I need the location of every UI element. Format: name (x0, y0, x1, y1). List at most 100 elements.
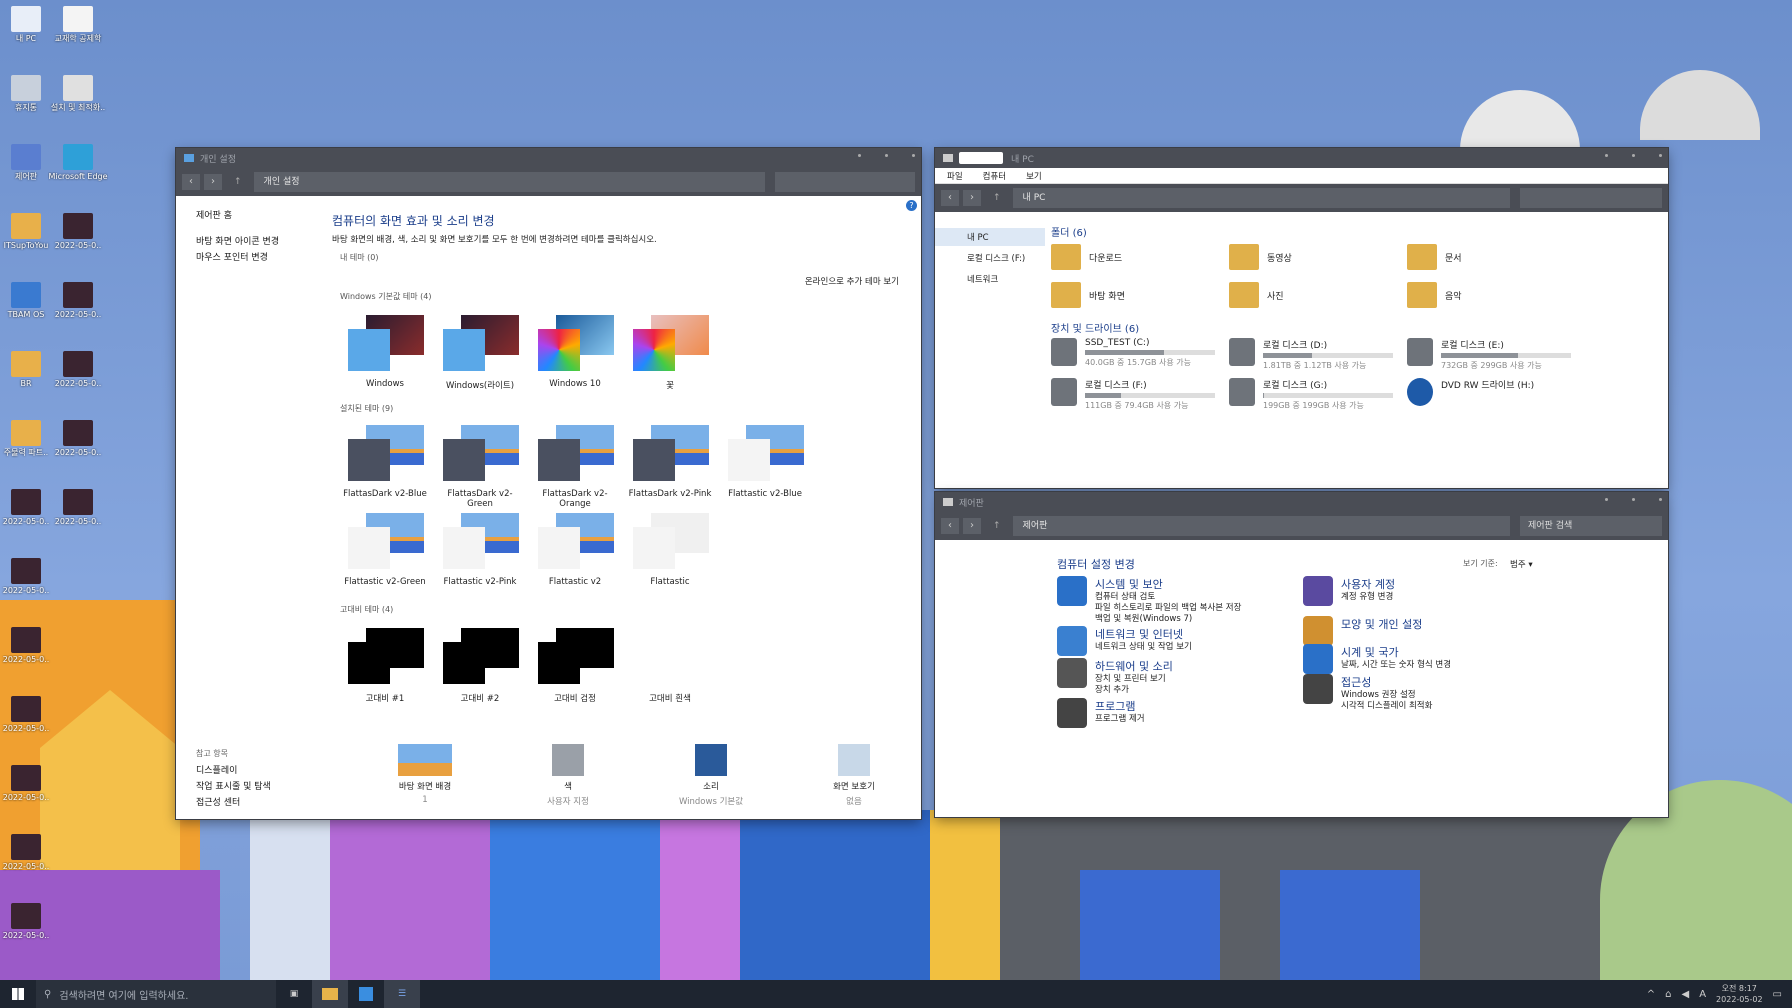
volume-icon[interactable]: ◀ (1682, 989, 1690, 1000)
cp-category-title[interactable]: 모양 및 개인 설정 (1341, 616, 1422, 632)
theme-installed[interactable]: Flattastic v2 (530, 511, 620, 587)
online-themes-link[interactable]: 온라인으로 추가 테마 보기 (805, 275, 899, 287)
cp-category-title[interactable]: 시스템 및 보안 (1095, 576, 1241, 592)
cp-category-link[interactable]: 시각적 디스플레이 최적화 (1341, 701, 1432, 712)
desktop-icon[interactable]: 2022-05-0.. (48, 351, 108, 389)
up-icon[interactable]: ↑ (993, 521, 1001, 531)
bottom-setting-3[interactable]: 화면 보호기 없음 (799, 744, 909, 807)
taskbar-link[interactable]: 작업 표시줄 및 탐색 (196, 779, 271, 792)
desktop-icon[interactable]: 교재학 공제학 (48, 6, 108, 44)
maximize-button[interactable] (1632, 154, 1635, 157)
taskbar-search-input[interactable]: 검색하려면 여기에 입력하세요. (59, 987, 188, 1002)
back-button[interactable]: ‹ (182, 174, 200, 190)
theme-installed[interactable]: FlattasDark v2-Green (435, 423, 525, 509)
desktop-icon[interactable]: 2022-05-0.. (48, 282, 108, 320)
folder-item[interactable]: 음악 (1407, 282, 1462, 308)
view-by-select[interactable]: 범주 ▾ (1510, 558, 1533, 570)
cp-category-link[interactable]: 컴퓨터 상태 검토 (1095, 592, 1241, 603)
bottom-setting-2[interactable]: 소리 Windows 기본값 (656, 744, 766, 807)
forward-button[interactable]: › (963, 518, 981, 534)
desktop-icon[interactable]: 2022-05-0.. (0, 558, 56, 596)
up-icon[interactable]: ↑ (993, 193, 1001, 203)
bottom-setting-1[interactable]: 색 사용자 지정 (513, 744, 623, 807)
cp-category-link[interactable]: 프로그램 제거 (1095, 714, 1145, 725)
theme-installed[interactable]: FlattasDark v2-Orange (530, 423, 620, 509)
cp-category[interactable]: 네트워크 및 인터넷 네트워크 상태 및 작업 보기 (1057, 626, 1192, 656)
minimize-button[interactable] (1605, 498, 1608, 501)
cp-titlebar[interactable]: 제어판 (935, 492, 1668, 512)
forward-button[interactable]: › (204, 174, 222, 190)
cp-category-link[interactable]: 파일 히스토리로 파일의 백업 복사본 저장 (1095, 603, 1241, 614)
maximize-button[interactable] (1632, 498, 1635, 501)
theme-contrast[interactable]: 고대비 #1 (340, 626, 430, 704)
cp-category-link[interactable]: 네트워크 상태 및 작업 보기 (1095, 642, 1192, 653)
nav-item-drive-f[interactable]: 로컬 디스크 (F:) (935, 246, 1045, 267)
help-icon[interactable]: ? (906, 200, 917, 211)
drive-item[interactable]: 로컬 디스크 (E:) 732GB 중 299GB 사용 가능 (1407, 338, 1571, 371)
minimize-button[interactable] (1605, 154, 1608, 157)
desktop-icon[interactable]: 2022-05-0.. (48, 489, 108, 527)
theme-contrast[interactable]: 고대비 #2 (435, 626, 525, 704)
cp-category-title[interactable]: 네트워크 및 인터넷 (1095, 626, 1192, 642)
desktop-icon[interactable]: 2022-05-0.. (0, 627, 56, 665)
cp-home-link[interactable]: 제어판 홈 (196, 208, 232, 221)
desktop-icon[interactable]: 2022-05-0.. (48, 420, 108, 458)
up-icon[interactable]: ↑ (234, 177, 242, 187)
desktop-icon[interactable]: 설치 및 최적화.. (48, 75, 108, 113)
cp-category-link[interactable]: 백업 및 복원(Windows 7) (1095, 614, 1241, 625)
back-button[interactable]: ‹ (941, 518, 959, 534)
drive-item[interactable]: 로컬 디스크 (G:) 199GB 중 199GB 사용 가능 (1229, 378, 1393, 411)
quick-access-toolbar[interactable] (959, 152, 1003, 164)
cp-category-title[interactable]: 시계 및 국가 (1341, 644, 1451, 660)
search-field[interactable] (775, 172, 915, 192)
nav-item-network[interactable]: 네트워크 (935, 267, 1045, 288)
file-explorer-icon[interactable] (312, 980, 348, 1008)
nav-item-mypc[interactable]: 내 PC (935, 228, 1045, 246)
forward-button[interactable]: › (963, 190, 981, 206)
cp-category[interactable]: 모양 및 개인 설정 (1303, 616, 1422, 646)
drive-item[interactable]: SSD_TEST (C:) 40.0GB 중 15.7GB 사용 가능 (1051, 338, 1215, 368)
cp-category-link[interactable]: 장치 및 프린터 보기 (1095, 674, 1173, 685)
cp-category-title[interactable]: 접근성 (1341, 674, 1432, 690)
desktop-icon[interactable]: 2022-05-0.. (0, 834, 56, 872)
drive-item[interactable]: 로컬 디스크 (F:) 111GB 중 79.4GB 사용 가능 (1051, 378, 1215, 411)
desktop-icon-link[interactable]: 바탕 화면 아이콘 변경 (196, 234, 279, 247)
folder-item[interactable]: 문서 (1407, 244, 1462, 270)
ime-indicator[interactable]: A (1699, 989, 1706, 1000)
theme-installed[interactable]: Flattastic v2-Pink (435, 511, 525, 587)
personalize-titlebar[interactable]: 개인 설정 (176, 148, 921, 168)
theme-default[interactable]: Windows 10 (530, 313, 620, 389)
search-field[interactable] (1520, 188, 1662, 208)
cp-category[interactable]: 프로그램 프로그램 제거 (1057, 698, 1145, 728)
theme-contrast[interactable]: 고대비 흰색 (625, 626, 715, 704)
cp-category[interactable]: 접근성 Windows 권장 설정 시각적 디스플레이 최적화 (1303, 674, 1432, 712)
minimize-button[interactable] (858, 154, 861, 157)
folder-item[interactable]: 다운로드 (1051, 244, 1122, 270)
back-button[interactable]: ‹ (941, 190, 959, 206)
theme-installed[interactable]: FlattasDark v2-Blue (340, 423, 430, 499)
search-field[interactable]: 제어판 검색 (1520, 516, 1662, 536)
cp-category-title[interactable]: 프로그램 (1095, 698, 1145, 714)
cp-category[interactable]: 시계 및 국가 날짜, 시간 또는 숫자 형식 변경 (1303, 644, 1451, 674)
cp-category-link[interactable]: 장치 추가 (1095, 685, 1173, 696)
drive-item[interactable]: DVD RW 드라이브 (H:) (1407, 378, 1534, 406)
maximize-button[interactable] (885, 154, 888, 157)
desktop-icon[interactable]: Microsoft Edge (48, 144, 108, 182)
chevron-up-icon[interactable]: ^ (1647, 989, 1655, 1000)
theme-installed[interactable]: Flattastic v2-Green (340, 511, 430, 587)
menu-view[interactable]: 보기 (1026, 170, 1042, 182)
folders-header[interactable]: 폴더 (6) (1051, 224, 1087, 239)
menu-computer[interactable]: 컴퓨터 (983, 170, 1006, 182)
notification-icon[interactable]: ▭ (1773, 989, 1782, 1000)
accessibility-center-link[interactable]: 접근성 센터 (196, 795, 240, 808)
cp-category-link[interactable]: 계정 유형 변경 (1341, 592, 1395, 603)
theme-default[interactable]: Windows(라이트) (435, 313, 525, 391)
bottom-setting-0[interactable]: 바탕 화면 배경 1 (370, 744, 480, 805)
close-button[interactable] (912, 154, 915, 157)
control-panel-taskbar-icon[interactable]: ☰ (384, 980, 420, 1008)
theme-default[interactable]: 꽃 (625, 313, 715, 391)
theme-installed[interactable]: Flattastic v2-Blue (720, 423, 810, 499)
close-button[interactable] (1659, 498, 1662, 501)
theme-installed[interactable]: FlattasDark v2-Pink (625, 423, 715, 499)
network-icon[interactable]: ⌂ (1665, 989, 1671, 1000)
